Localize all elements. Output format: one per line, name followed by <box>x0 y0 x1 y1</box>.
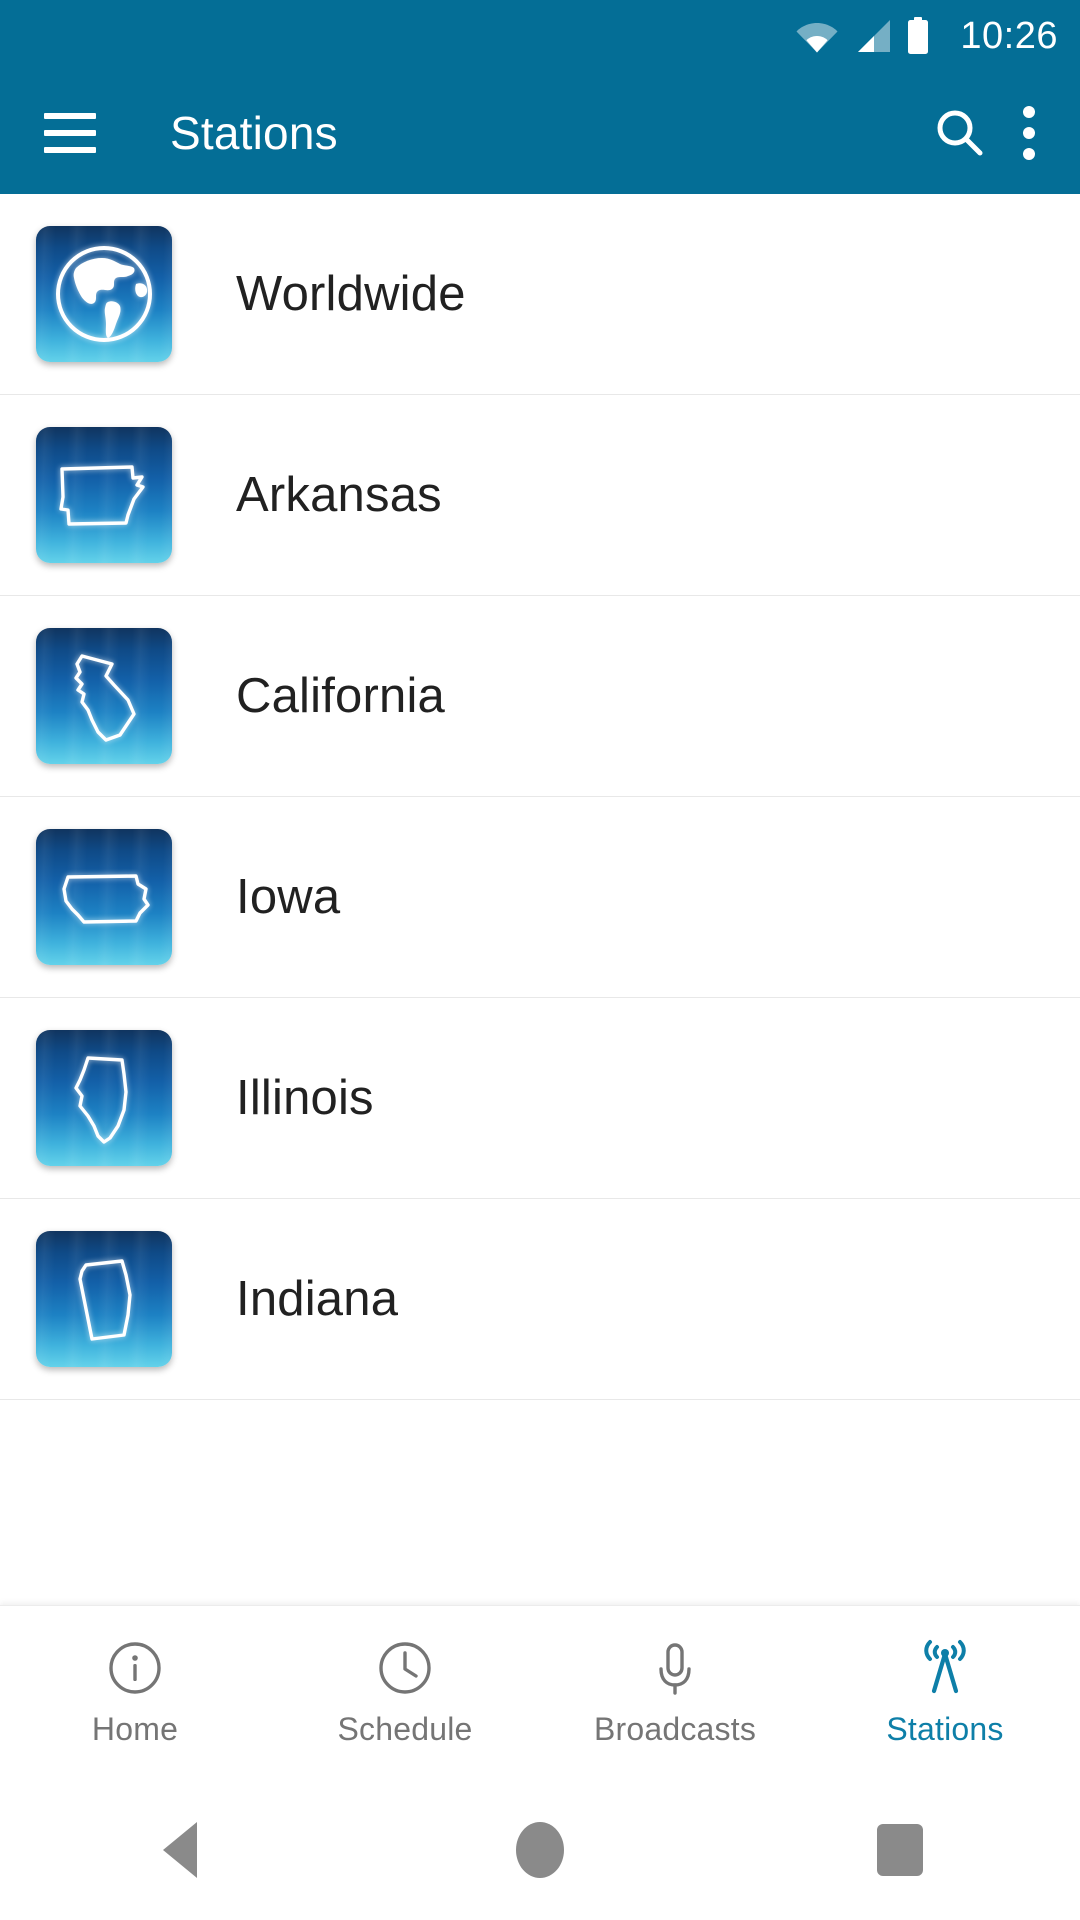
status-bar-icons: 10:26 <box>796 17 1058 55</box>
phone-screen: 10:26 Stations Worldwide Arkansas Califo… <box>0 0 1080 1920</box>
cellular-signal-icon <box>858 20 891 52</box>
list-item[interactable]: California <box>0 596 1080 797</box>
tab-schedule-label: Schedule <box>337 1710 473 1747</box>
recents-square-icon <box>877 1824 923 1876</box>
overflow-menu-icon[interactable] <box>1020 104 1038 162</box>
station-list[interactable]: Worldwide Arkansas California Iowa Illin… <box>0 194 1080 1605</box>
app-bar: Stations <box>0 72 1080 194</box>
android-back-button[interactable] <box>120 1780 240 1920</box>
android-system-nav <box>0 1780 1080 1920</box>
info-circle-icon <box>109 1641 161 1694</box>
tab-broadcasts[interactable]: Broadcasts <box>540 1606 810 1780</box>
list-item[interactable]: Iowa <box>0 797 1080 998</box>
list-item-label: Iowa <box>236 870 341 924</box>
hamburger-menu-icon[interactable] <box>44 113 96 153</box>
search-icon[interactable] <box>934 107 986 159</box>
back-triangle-icon <box>163 1822 197 1878</box>
android-home-button[interactable] <box>480 1780 600 1920</box>
bottom-tab-bar: Home Schedule Broadcasts Stations <box>0 1605 1080 1780</box>
battery-icon <box>908 17 929 54</box>
android-recents-button[interactable] <box>840 1780 960 1920</box>
list-item-label: Arkansas <box>236 468 442 522</box>
broadcast-tower-icon <box>924 1639 966 1693</box>
clock-icon <box>379 1641 431 1694</box>
state-outline-illinois-icon <box>36 1030 172 1166</box>
tab-home[interactable]: Home <box>0 1606 270 1780</box>
list-item-label: Worldwide <box>236 267 466 321</box>
list-item[interactable]: Arkansas <box>0 395 1080 596</box>
list-item[interactable]: Illinois <box>0 998 1080 1199</box>
list-item-label: California <box>236 669 445 723</box>
status-bar: 10:26 <box>0 0 1080 72</box>
state-outline-arkansas-icon <box>36 427 172 563</box>
list-item[interactable]: Worldwide <box>0 194 1080 395</box>
state-outline-indiana-icon <box>36 1231 172 1367</box>
home-circle-icon <box>516 1822 564 1878</box>
state-outline-iowa-icon <box>36 829 172 965</box>
list-item-label: Illinois <box>236 1071 374 1125</box>
list-item-label: Indiana <box>236 1272 399 1326</box>
state-outline-california-icon <box>36 628 172 764</box>
tab-stations[interactable]: Stations <box>810 1606 1080 1780</box>
microphone-icon <box>659 1642 691 1695</box>
tab-broadcasts-label: Broadcasts <box>593 1710 757 1747</box>
tab-home-label: Home <box>91 1710 179 1747</box>
list-item[interactable]: Indiana <box>0 1199 1080 1400</box>
tab-stations-label: Stations <box>886 1710 1004 1747</box>
status-bar-clock: 10:26 <box>960 15 1058 57</box>
app-bar-actions <box>934 104 1080 162</box>
tab-schedule[interactable]: Schedule <box>270 1606 540 1780</box>
globe-icon <box>36 226 172 362</box>
wifi-icon <box>796 23 838 53</box>
page-title: Stations <box>170 107 338 159</box>
